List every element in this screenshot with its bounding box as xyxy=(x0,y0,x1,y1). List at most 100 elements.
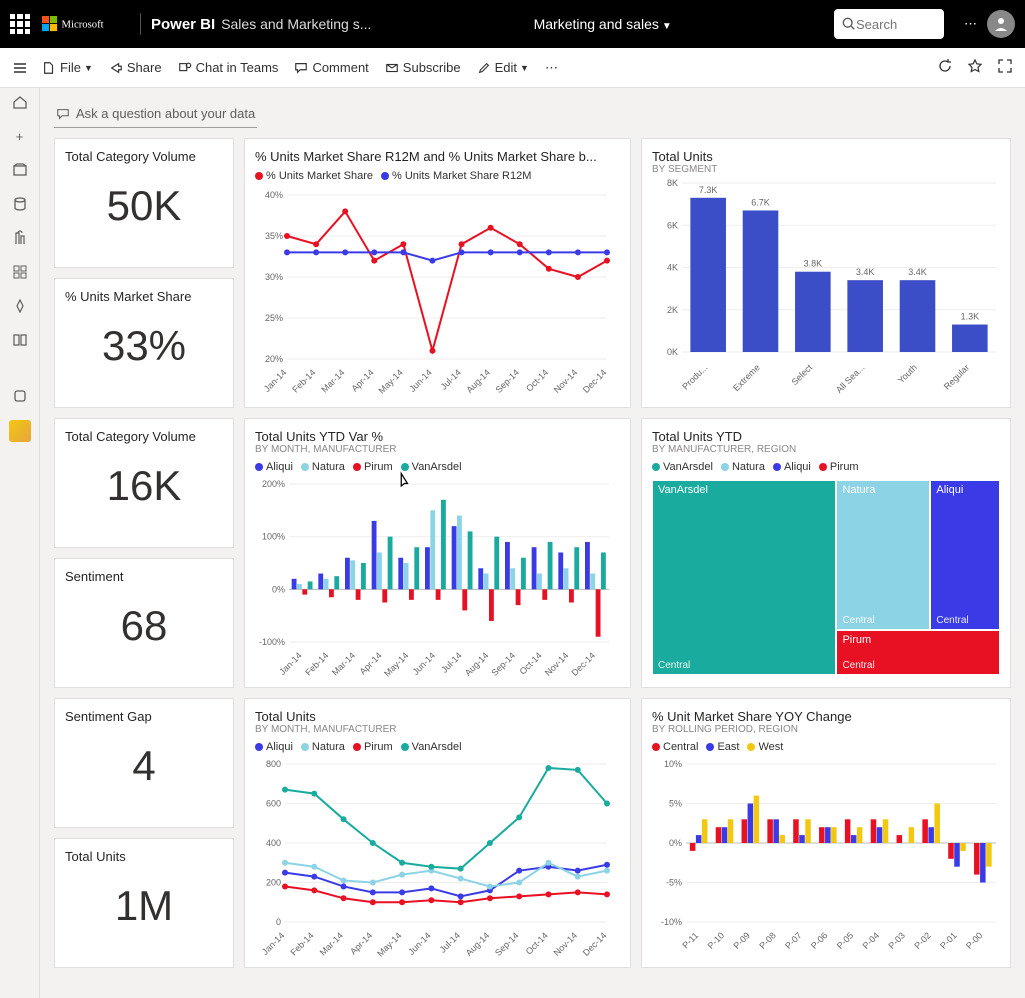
sidebar-browse-icon[interactable] xyxy=(10,160,30,180)
tile-sentiment-gap[interactable]: Sentiment Gap 4 xyxy=(54,698,234,828)
tile-total-units[interactable]: Total Units 1M xyxy=(54,838,234,968)
svg-text:Dec-14: Dec-14 xyxy=(581,367,609,395)
kpi-value: 1M xyxy=(65,864,223,942)
svg-text:200: 200 xyxy=(266,878,281,888)
chart-legend: AliquiNaturaPirumVanArsdel xyxy=(255,461,620,474)
tile-total-units-line[interactable]: Total Units BY MONTH, MANUFACTURER Aliqu… xyxy=(244,698,631,968)
svg-text:Aug-14: Aug-14 xyxy=(464,367,492,395)
tile-sentiment[interactable]: Sentiment 68 xyxy=(54,558,234,688)
person-icon xyxy=(993,16,1009,32)
svg-text:6K: 6K xyxy=(667,220,678,230)
action-toolbar: File ▼ Share Chat in Teams Comment Subsc… xyxy=(0,48,1025,88)
svg-text:0K: 0K xyxy=(667,347,678,357)
chart-subtitle: BY MONTH, MANUFACTURER xyxy=(255,444,620,455)
svg-text:All Sea...: All Sea... xyxy=(834,362,867,395)
sidebar-workspace-icon[interactable] xyxy=(9,420,31,442)
kpi-title: Total Units xyxy=(65,849,223,864)
svg-text:Apr-14: Apr-14 xyxy=(350,367,376,393)
chat-teams-button[interactable]: Chat in Teams xyxy=(178,60,279,75)
svg-text:Oct-14: Oct-14 xyxy=(524,367,550,393)
svg-text:May-14: May-14 xyxy=(376,367,404,395)
svg-text:Jan-14: Jan-14 xyxy=(260,930,287,957)
product-name: Power BI xyxy=(151,16,215,33)
svg-text:Sep-14: Sep-14 xyxy=(489,650,517,678)
svg-text:Apr-14: Apr-14 xyxy=(358,650,384,676)
user-avatar[interactable] xyxy=(987,10,1015,38)
toolbar-more-icon[interactable]: ⋯ xyxy=(545,60,558,76)
tile-total-category-volume-16k[interactable]: Total Category Volume 16K xyxy=(54,418,234,548)
chart-legend: VanArsdelNaturaAliquiPirum xyxy=(652,461,1000,474)
svg-text:Select: Select xyxy=(789,362,814,387)
edit-button[interactable]: Edit ▼ xyxy=(477,60,529,75)
sidebar-data-icon[interactable] xyxy=(10,194,30,214)
comment-button[interactable]: Comment xyxy=(294,60,368,75)
svg-text:P-11: P-11 xyxy=(680,930,700,950)
dashboard-title-dropdown[interactable]: Marketing and sales▼ xyxy=(371,16,834,32)
svg-text:4K: 4K xyxy=(667,263,678,273)
favorite-icon[interactable] xyxy=(967,58,983,77)
tile-total-units-segment[interactable]: Total Units BY SEGMENT 0K2K4K6K8K7.3KPro… xyxy=(641,138,1011,408)
sidebar-home-icon[interactable] xyxy=(10,92,30,112)
sidebar-deploy-icon[interactable] xyxy=(10,296,30,316)
file-menu[interactable]: File ▼ xyxy=(42,60,93,75)
svg-text:0%: 0% xyxy=(669,838,682,848)
svg-text:Dec-14: Dec-14 xyxy=(581,930,609,958)
svg-text:Extreme: Extreme xyxy=(731,362,762,393)
svg-text:100%: 100% xyxy=(262,532,285,542)
tile-ytd-var[interactable]: Total Units YTD Var % BY MONTH, MANUFACT… xyxy=(244,418,631,688)
svg-text:Youth: Youth xyxy=(896,362,919,385)
chart-subtitle: BY MONTH, MANUFACTURER xyxy=(255,724,620,735)
refresh-icon[interactable] xyxy=(937,58,953,77)
global-search[interactable] xyxy=(834,9,944,39)
grouped-bar-chart: -100%0%100%200%Jan-14Feb-14Mar-14Apr-14M… xyxy=(255,480,615,680)
svg-text:2K: 2K xyxy=(667,305,678,315)
svg-text:Feb-14: Feb-14 xyxy=(288,930,315,957)
svg-text:P-08: P-08 xyxy=(757,930,778,951)
app-launcher-icon[interactable] xyxy=(10,14,30,34)
qna-input[interactable]: Ask a question about your data xyxy=(54,102,257,128)
svg-text:May-14: May-14 xyxy=(382,650,410,678)
sidebar-metrics-icon[interactable] xyxy=(10,228,30,248)
chart-title: Total Units xyxy=(652,149,1000,164)
svg-text:Dec-14: Dec-14 xyxy=(569,650,597,678)
tile-market-share[interactable]: % Units Market Share 33% xyxy=(54,278,234,408)
tile-total-category-volume-50k[interactable]: Total Category Volume 50K xyxy=(54,138,234,268)
chart-title: Total Units xyxy=(255,709,620,724)
svg-text:5%: 5% xyxy=(669,799,682,809)
chart-title: Total Units YTD Var % xyxy=(255,429,620,444)
subscribe-button[interactable]: Subscribe xyxy=(385,60,461,75)
chart-subtitle: BY MANUFACTURER, REGION xyxy=(652,444,1000,455)
chart-subtitle: BY ROLLING PERIOD, REGION xyxy=(652,724,1000,735)
sidebar-learn-icon[interactable] xyxy=(10,330,30,350)
tile-yoy-change[interactable]: % Unit Market Share YOY Change BY ROLLIN… xyxy=(641,698,1011,968)
svg-text:P-00: P-00 xyxy=(964,930,985,951)
chart-legend: CentralEastWest xyxy=(652,741,1000,754)
svg-text:Nov-14: Nov-14 xyxy=(552,367,580,395)
svg-text:7.3K: 7.3K xyxy=(699,185,718,195)
svg-text:P-01: P-01 xyxy=(938,930,959,951)
sidebar-workspaces-icon[interactable] xyxy=(10,386,30,406)
chart-subtitle: BY SEGMENT xyxy=(652,164,1000,175)
dashboard-canvas: Ask a question about your data Total Cat… xyxy=(40,88,1025,998)
more-options-icon[interactable]: ⋯ xyxy=(964,16,977,32)
nav-toggle-icon[interactable] xyxy=(12,60,32,76)
share-button[interactable]: Share xyxy=(109,60,162,75)
svg-text:Jun-14: Jun-14 xyxy=(407,367,434,394)
svg-text:Jul-14: Jul-14 xyxy=(439,650,463,674)
svg-text:400: 400 xyxy=(266,838,281,848)
svg-text:Oct-14: Oct-14 xyxy=(518,650,544,676)
kpi-title: Sentiment xyxy=(65,569,223,584)
svg-text:10%: 10% xyxy=(664,760,682,769)
search-input[interactable] xyxy=(856,17,926,32)
kpi-title: % Units Market Share xyxy=(65,289,223,304)
workspace-name[interactable]: Sales and Marketing s... xyxy=(221,16,371,32)
sidebar-apps-icon[interactable] xyxy=(10,262,30,282)
svg-text:Aug-14: Aug-14 xyxy=(464,930,492,958)
tile-treemap[interactable]: Total Units YTD BY MANUFACTURER, REGION … xyxy=(641,418,1011,688)
svg-text:Sep-14: Sep-14 xyxy=(493,930,521,958)
kpi-value: 16K xyxy=(65,444,223,522)
svg-text:P-06: P-06 xyxy=(809,930,830,951)
fullscreen-icon[interactable] xyxy=(997,58,1013,77)
sidebar-create-icon[interactable]: + xyxy=(10,126,30,146)
tile-market-share-line[interactable]: % Units Market Share R12M and % Units Ma… xyxy=(244,138,631,408)
